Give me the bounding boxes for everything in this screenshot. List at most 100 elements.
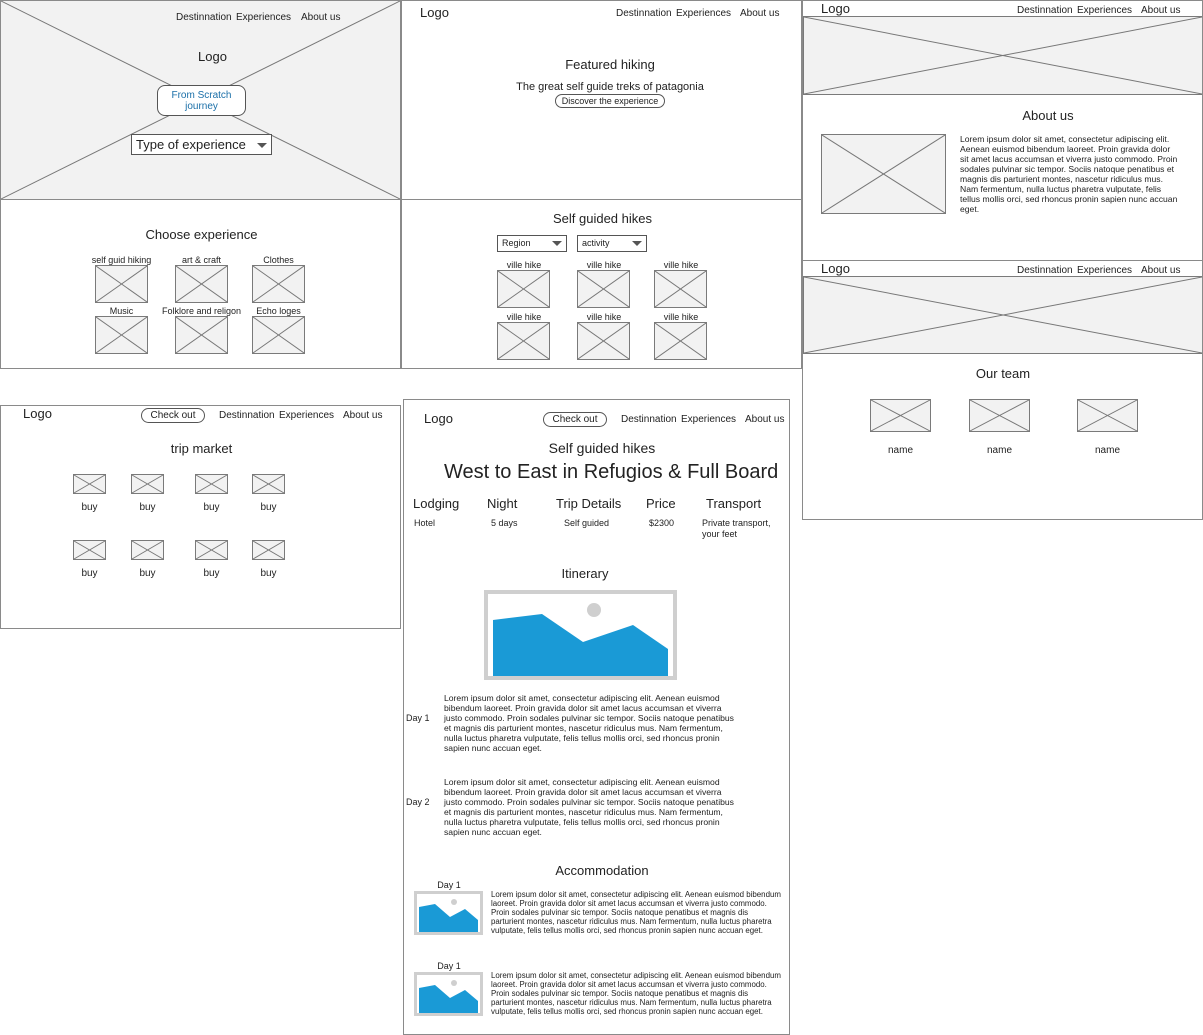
accommodation-title: Accommodation [555, 863, 649, 878]
nav-experiences[interactable]: Experiences [1077, 5, 1132, 16]
experience-type-select[interactable]: Type of experience [131, 134, 272, 155]
featured-subtitle: The great self guide treks of patagonia [516, 81, 704, 93]
checkout-button[interactable]: Check out [141, 408, 205, 423]
experience-card[interactable] [95, 265, 148, 303]
nav-about[interactable]: About us [1141, 265, 1180, 276]
experience-card[interactable] [252, 265, 305, 303]
nav-destination[interactable]: Destinnation [219, 410, 275, 421]
team-banner-placeholder [803, 276, 1202, 354]
market-item-image[interactable] [73, 474, 106, 494]
hike-card[interactable] [497, 322, 550, 360]
market-item-image[interactable] [252, 474, 285, 494]
team-member-photo[interactable] [870, 399, 931, 432]
discover-label: Discover the experience [561, 96, 659, 106]
logo: Logo [424, 411, 453, 426]
experience-card[interactable] [95, 316, 148, 354]
nav-destination[interactable]: Destinnation [176, 12, 232, 23]
team-member-photo[interactable] [1077, 399, 1138, 432]
nav-about[interactable]: About us [301, 12, 340, 23]
discover-button[interactable]: Discover the experience [555, 94, 665, 108]
landscape-image-icon [488, 594, 673, 676]
accommodation-description: Lorem ipsum dolor sit amet, consectetur … [491, 890, 781, 935]
nav-about[interactable]: About us [343, 410, 382, 421]
detail-section-title: Self guided hikes [548, 440, 656, 456]
detail-title: West to East in Refugios & Full Board [444, 461, 779, 483]
buy-label: buy [260, 502, 277, 513]
featured-frame: Logo Destinnation Experiences About us F… [401, 0, 802, 200]
from-scratch-label: From Scratch journey [171, 90, 232, 112]
hike-card[interactable] [577, 322, 630, 360]
chevron-down-icon [552, 241, 562, 246]
nav-destination[interactable]: Destinnation [616, 8, 672, 19]
nav-experiences[interactable]: Experiences [676, 8, 731, 19]
checkout-label: Check out [150, 410, 196, 421]
trip-value: Self guided [564, 518, 610, 528]
team-frame: Logo Destinnation Experiences About us O… [802, 260, 1203, 520]
experience-card[interactable] [175, 265, 228, 303]
hikes-frame: Self guided hikes Region activity ville … [401, 199, 802, 369]
market-item-image[interactable] [131, 540, 164, 560]
market-item-image[interactable] [252, 540, 285, 560]
nav-about[interactable]: About us [1141, 5, 1180, 16]
checkout-label: Check out [552, 414, 598, 425]
market-item-image[interactable] [131, 474, 164, 494]
experience-card[interactable] [175, 316, 228, 354]
team-title: Our team [975, 366, 1031, 381]
buy-label: buy [81, 568, 98, 579]
market-frame: Logo Check out Destinnation Experiences … [0, 405, 401, 629]
market-item-image[interactable] [73, 540, 106, 560]
landscape-image-icon [417, 975, 480, 1013]
region-filter-value: Region [502, 238, 531, 248]
trip-value: Hotel [414, 518, 436, 528]
about-banner-placeholder [803, 16, 1202, 95]
buy-label: buy [260, 568, 277, 579]
about-text: Lorem ipsum dolor sit amet, consectetur … [960, 134, 1178, 214]
nav-experiences[interactable]: Experiences [1077, 265, 1132, 276]
accommodation-day-label: Day 1 [437, 880, 461, 890]
market-item-image[interactable] [195, 540, 228, 560]
experience-label: Echo loges [256, 306, 301, 316]
choose-frame: Choose experience self guid hiking art & … [0, 199, 401, 369]
detail-frame: Logo Check out Destinnation Experiences … [403, 399, 790, 1035]
nav-destination[interactable]: Destinnation [1017, 265, 1073, 276]
hike-card[interactable] [654, 270, 707, 308]
nav-experiences[interactable]: Experiences [279, 410, 334, 421]
hike-card[interactable] [654, 322, 707, 360]
hikes-title: Self guided hikes [552, 211, 652, 226]
nav-destination[interactable]: Destinnation [1017, 5, 1073, 16]
about-title: About us [1022, 108, 1074, 123]
featured-title: Featured hiking [565, 57, 655, 72]
hike-card[interactable] [577, 270, 630, 308]
nav-experiences[interactable]: Experiences [236, 12, 291, 23]
trip-value: Private transport, your feet [702, 518, 771, 539]
chevron-down-icon [632, 241, 642, 246]
experience-card[interactable] [252, 316, 305, 354]
day-description: Lorem ipsum dolor sit amet, consectetur … [444, 693, 734, 753]
activity-filter[interactable]: activity [577, 235, 647, 252]
market-title: trip market [170, 441, 233, 456]
nav-about[interactable]: About us [740, 8, 779, 19]
nav-experiences[interactable]: Experiences [681, 414, 736, 425]
hike-label: ville hike [663, 260, 699, 270]
region-filter[interactable]: Region [497, 235, 567, 252]
day-label: Day 2 [406, 797, 430, 807]
from-scratch-button[interactable]: From Scratch journey [157, 85, 246, 116]
buy-label: buy [139, 502, 156, 513]
hike-card[interactable] [497, 270, 550, 308]
buy-label: buy [81, 502, 98, 513]
market-item-image[interactable] [195, 474, 228, 494]
checkout-button[interactable]: Check out [543, 412, 607, 427]
experience-label: Clothes [263, 255, 294, 265]
team-member-photo[interactable] [969, 399, 1030, 432]
about-image-placeholder [821, 134, 946, 214]
home-frame: Destinnation Experiences About us Logo F… [0, 0, 401, 200]
logo: Logo [198, 49, 227, 64]
accommodation-image [414, 972, 483, 1016]
hike-label: ville hike [663, 312, 699, 322]
nav-about[interactable]: About us [745, 414, 784, 425]
accommodation-description: Lorem ipsum dolor sit amet, consectetur … [491, 971, 781, 1016]
nav-destination[interactable]: Destinnation [621, 414, 677, 425]
about-frame: Logo Destinnation Experiences About us A… [802, 0, 1203, 261]
accommodation-day-label: Day 1 [437, 961, 461, 971]
trip-header: Transport [706, 496, 762, 511]
